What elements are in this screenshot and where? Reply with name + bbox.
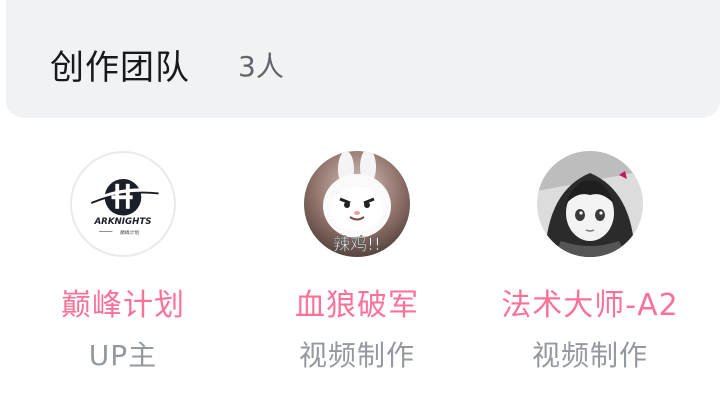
- avatar-logo-subtext: 巅峰计划: [120, 229, 139, 236]
- arknights-logo-icon: ARKNIGHTS 巅峰计划: [90, 178, 159, 236]
- member-name[interactable]: 巅峰计划: [13, 280, 233, 324]
- team-member-2[interactable]: 辣鸡!! 血狼破军 视频制作: [247, 148, 467, 398]
- member-name[interactable]: 法术大师-A2: [480, 280, 700, 324]
- avatar[interactable]: 辣鸡!!: [304, 151, 410, 257]
- member-role: 视频制作: [298, 339, 415, 372]
- anime-girl-avatar-icon: [537, 151, 643, 257]
- avatar-logo-text: ARKNIGHTS: [93, 217, 151, 227]
- creator-team-page: 创作团队 3人 ARKNIGHTS 巅峰计划 巅峰计划 UP主 辣鸡!! 血狼破…: [0, 0, 720, 405]
- member-name[interactable]: 血狼破军: [247, 280, 467, 324]
- white-rabbit-avatar-icon: 辣鸡!!: [304, 151, 410, 257]
- team-member-1[interactable]: ARKNIGHTS 巅峰计划 巅峰计划 UP主: [13, 148, 233, 398]
- avatar-caption: 辣鸡!!: [333, 235, 381, 255]
- avatar[interactable]: ARKNIGHTS 巅峰计划: [70, 151, 176, 257]
- creator-team-header: 创作团队 3人: [6, 0, 720, 118]
- member-role: UP主: [88, 339, 158, 372]
- team-member-3[interactable]: 法术大师-A2 视频制作: [480, 148, 700, 398]
- avatar[interactable]: [537, 151, 643, 257]
- section-title: 创作团队: [50, 48, 190, 88]
- member-role: 视频制作: [531, 339, 648, 372]
- member-count: 3人: [238, 50, 284, 83]
